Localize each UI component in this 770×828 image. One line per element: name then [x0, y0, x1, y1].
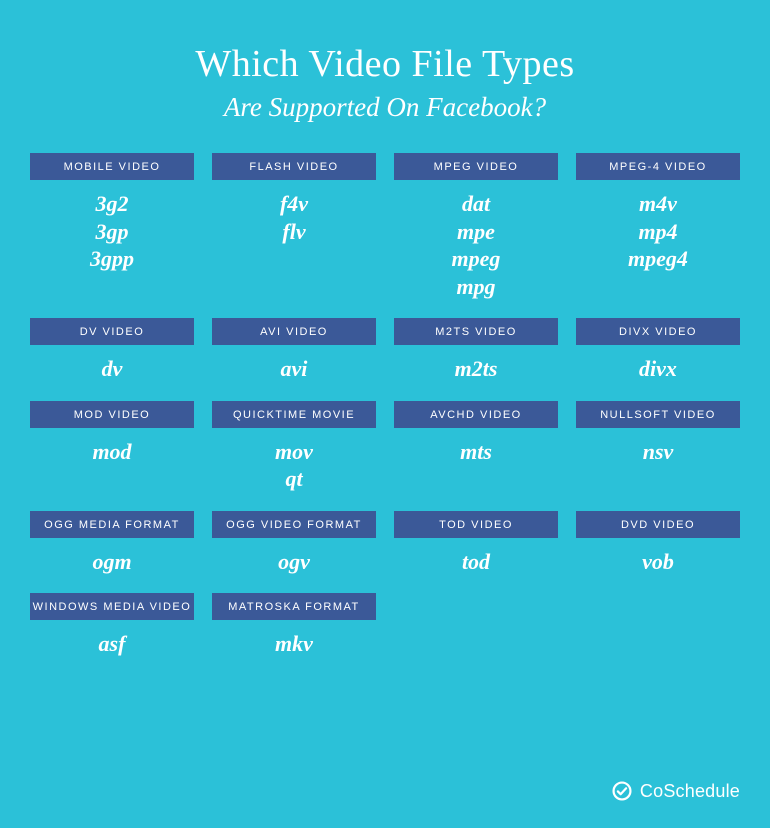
- extension: mpeg: [452, 245, 501, 273]
- extension-list: dv: [30, 345, 194, 383]
- extension: mp4: [638, 218, 677, 246]
- category-card: M2TS VIDEO m2ts: [394, 318, 558, 383]
- extension-list: asf: [30, 620, 194, 658]
- category-card: DV VIDEO dv: [30, 318, 194, 383]
- extension: ogm: [92, 548, 131, 576]
- extension-list: datmpempegmpg: [394, 180, 558, 300]
- category-label: MPEG VIDEO: [394, 153, 558, 180]
- extension-list: m2ts: [394, 345, 558, 383]
- header: Which Video File Types Are Supported On …: [0, 0, 770, 153]
- extension: f4v: [280, 190, 308, 218]
- category-card: MOBILE VIDEO3g23gp3gpp: [30, 153, 194, 300]
- extension-list: m4vmp4mpeg4: [576, 180, 740, 273]
- category-card: OGG MEDIA FORMAT ogm: [30, 511, 194, 576]
- category-card: QUICKTIME MOVIEmovqt: [212, 401, 376, 493]
- extension-list: mod: [30, 428, 194, 466]
- extension: dat: [462, 190, 490, 218]
- extension: mpe: [457, 218, 495, 246]
- extension: mts: [460, 438, 492, 466]
- extension: flv: [282, 218, 305, 246]
- category-label: OGG MEDIA FORMAT: [30, 511, 194, 538]
- category-card: MATROSKA FORMAT mkv: [212, 593, 376, 658]
- extension: divx: [639, 355, 677, 383]
- category-label: MPEG-4 VIDEO: [576, 153, 740, 180]
- extension: qt: [285, 465, 302, 493]
- category-card: DVD VIDEO vob: [576, 511, 740, 576]
- category-label: AVI VIDEO: [212, 318, 376, 345]
- category-card: FLASH VIDEOf4vflv: [212, 153, 376, 300]
- extension-list: ogv: [212, 538, 376, 576]
- category-label: AVCHD VIDEO: [394, 401, 558, 428]
- extension-list: divx: [576, 345, 740, 383]
- extension: m4v: [639, 190, 677, 218]
- page-title: Which Video File Types: [0, 42, 770, 86]
- extension: dv: [102, 355, 123, 383]
- extension: vob: [642, 548, 674, 576]
- category-label: TOD VIDEO: [394, 511, 558, 538]
- page-subtitle: Are Supported On Facebook?: [0, 92, 770, 123]
- extension-list: mkv: [212, 620, 376, 658]
- extension: mov: [275, 438, 313, 466]
- extension: 3gp: [96, 218, 129, 246]
- category-card: OGG VIDEO FORMAT ogv: [212, 511, 376, 576]
- category-card: AVI VIDEO avi: [212, 318, 376, 383]
- category-label: DIVX VIDEO: [576, 318, 740, 345]
- category-card: TOD VIDEO tod: [394, 511, 558, 576]
- category-label: FLASH VIDEO: [212, 153, 376, 180]
- category-label: MOBILE VIDEO: [30, 153, 194, 180]
- category-card: NULLSOFT VIDEO nsv: [576, 401, 740, 493]
- category-label: OGG VIDEO FORMAT: [212, 511, 376, 538]
- extension-list: avi: [212, 345, 376, 383]
- category-grid: MOBILE VIDEO3g23gp3gppFLASH VIDEOf4vflvM…: [0, 153, 770, 658]
- category-card: MPEG VIDEOdatmpempegmpg: [394, 153, 558, 300]
- extension-list: nsv: [576, 428, 740, 466]
- category-label: NULLSOFT VIDEO: [576, 401, 740, 428]
- extension-list: ogm: [30, 538, 194, 576]
- extension: tod: [462, 548, 490, 576]
- category-label: DV VIDEO: [30, 318, 194, 345]
- category-label: M2TS VIDEO: [394, 318, 558, 345]
- category-label: MATROSKA FORMAT: [212, 593, 376, 620]
- category-card: WINDOWS MEDIA VIDEO asf: [30, 593, 194, 658]
- extension-list: movqt: [212, 428, 376, 493]
- extension: nsv: [643, 438, 674, 466]
- category-card: MOD VIDEO mod: [30, 401, 194, 493]
- extension: 3g2: [96, 190, 129, 218]
- extension: m2ts: [455, 355, 498, 383]
- extension: mkv: [275, 630, 313, 658]
- extension-list: mts: [394, 428, 558, 466]
- category-card: DIVX VIDEO divx: [576, 318, 740, 383]
- extension: ogv: [278, 548, 310, 576]
- brand-logo: CoSchedule: [611, 780, 740, 802]
- category-label: QUICKTIME MOVIE: [212, 401, 376, 428]
- category-card: MPEG-4 VIDEOm4vmp4mpeg4: [576, 153, 740, 300]
- extension: avi: [281, 355, 308, 383]
- extension-list: vob: [576, 538, 740, 576]
- brand-name: CoSchedule: [640, 781, 740, 802]
- category-card: AVCHD VIDEO mts: [394, 401, 558, 493]
- category-label: MOD VIDEO: [30, 401, 194, 428]
- coschedule-icon: [611, 780, 633, 802]
- extension: mpg: [456, 273, 495, 301]
- extension: asf: [99, 630, 126, 658]
- extension: mpeg4: [628, 245, 688, 273]
- category-label: DVD VIDEO: [576, 511, 740, 538]
- category-label: WINDOWS MEDIA VIDEO: [30, 593, 194, 620]
- extension-list: f4vflv: [212, 180, 376, 245]
- extension: mod: [92, 438, 131, 466]
- extension-list: 3g23gp3gpp: [30, 180, 194, 273]
- extension: 3gpp: [90, 245, 134, 273]
- extension-list: tod: [394, 538, 558, 576]
